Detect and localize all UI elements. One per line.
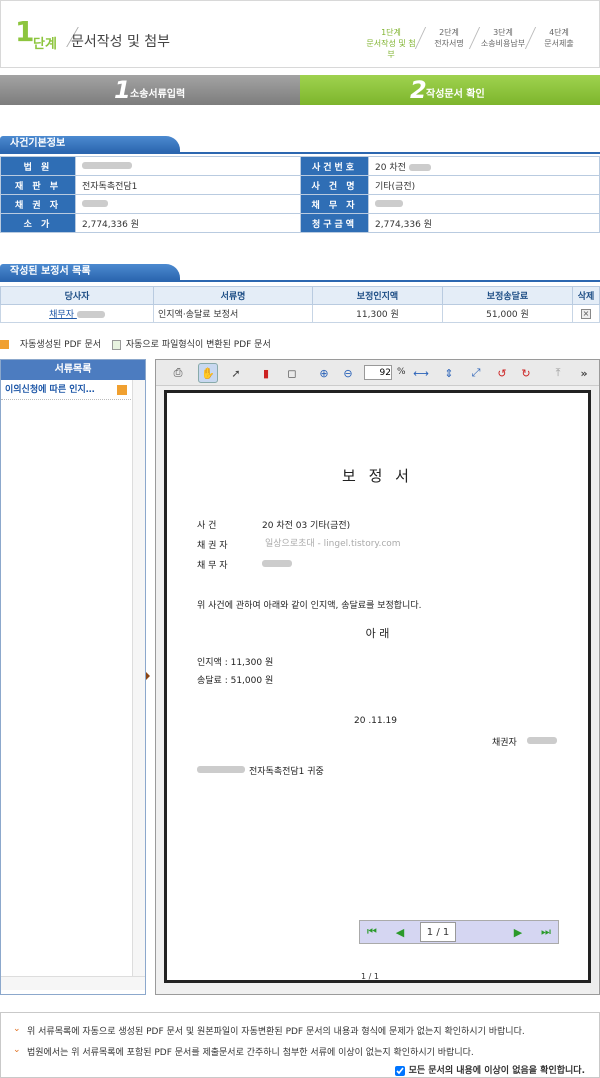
select-tool-icon[interactable]: ➚ <box>226 363 246 383</box>
zoom-in-icon[interactable]: ⊕ <box>314 363 334 383</box>
chevron-icon: ⌄ <box>13 1024 21 1034</box>
rotate-left-icon[interactable]: ↺ <box>492 363 512 383</box>
step-number: 1 <box>15 15 35 48</box>
step-header: 1 단계 문서작성 및 첨부 1단계 문서작성 및 첨부 2단계 전자서명 3단계 소… <box>0 0 600 68</box>
doc-sidebar: 서류목록 이의신청에 따른 인지… <box>0 359 146 995</box>
sidebar-item[interactable]: 이의신청에 따른 인지… <box>1 380 145 400</box>
step-1: 1단계 문서작성 및 첨부 <box>366 28 416 59</box>
first-page-button[interactable]: ⏮ <box>362 922 382 942</box>
party-link[interactable]: 채무자 <box>49 310 105 320</box>
page-indicator: 1 / 1 <box>361 972 379 981</box>
legend: 자동생성된 PDF 문서 자동으로 파일형식이 변환된 PDF 문서 <box>0 337 279 350</box>
doc-title: 보 정 서 <box>342 467 413 485</box>
zoom-input[interactable] <box>364 365 392 380</box>
step-3: 3단계 소송비용납부 <box>468 27 528 49</box>
next-page-button[interactable]: ▶ <box>508 922 528 942</box>
section-doc-list: 작성된 보정서 목록 <box>0 264 180 280</box>
tab-input[interactable]: 1 소송서류입력 <box>0 75 300 105</box>
first-page-icon[interactable]: ⤒ <box>548 363 568 383</box>
pdf-viewer: ⎙ ✋ ➚ ▮ ◻ ⊕ ⊖ % ⟷ ⇕ ⤢ ↺ ↻ ⤒ » 보 정 서 사 건 … <box>155 359 600 995</box>
more-icon[interactable]: » <box>574 363 594 383</box>
watermark: 일상으로초대 - lingel.tistory.com <box>265 539 401 549</box>
viewer-toolbar: ⎙ ✋ ➚ ▮ ◻ ⊕ ⊖ % ⟷ ⇕ ⤢ ↺ ↻ ⤒ » <box>156 360 599 386</box>
page-input[interactable]: 1 / 1 <box>420 922 456 942</box>
doc-list-table: 당사자 서류명 보정인지액 보정송달료 삭제 채무자 인지액·송달료 보정서 1… <box>0 286 600 323</box>
last-page-button[interactable]: ⏭ <box>536 922 556 942</box>
rotate-right-icon[interactable]: ↻ <box>516 363 536 383</box>
auto-pdf-icon <box>0 340 9 349</box>
page-title: 문서작성 및 첨부 <box>71 34 171 50</box>
substep-tabs: 1 소송서류입력 2 작성문서 확인 <box>0 75 600 105</box>
step-indicator: 1단계 문서작성 및 첨부 2단계 전자서명 3단계 소송비용납부 4단계 문서제출 <box>366 27 591 59</box>
horizontal-scrollbar[interactable] <box>1 976 145 990</box>
notice-2: 법원에서는 위 서류목록에 포함된 PDF 문서를 제출문서로 간주하니 첨부한… <box>27 1048 474 1058</box>
confirm-checkbox[interactable] <box>395 1065 406 1076</box>
notice-box: ⌄ 위 서류목록에 자동으로 생성된 PDF 문서 및 원본파일이 자동변환된 … <box>0 1012 600 1078</box>
hand-tool-icon[interactable]: ✋ <box>198 363 218 383</box>
confirm-checkbox-label[interactable]: 모든 문서의 내용에 이상이 없음을 확인합니다. <box>395 1063 585 1076</box>
converted-pdf-icon <box>111 339 121 350</box>
zoom-out-icon[interactable]: ⊖ <box>338 363 358 383</box>
case-info-table: 법 원 사건번호 20 차전 재 판 부 전자독촉전담1 사 건 명 기타(금전) 채 권… <box>0 156 600 233</box>
pdf-page: 보 정 서 사 건 20 차전 03 기타(금전) 채 권 자 일상으로초대 -… <box>164 390 591 983</box>
delete-icon[interactable]: × <box>581 308 591 319</box>
chevron-icon: ⌄ <box>13 1045 21 1055</box>
vertical-scrollbar[interactable] <box>132 380 145 976</box>
page-nav: ⏮ ◀ 1 / 1 ▶ ⏭ <box>359 920 559 944</box>
step-4: 4단계 문서제출 <box>524 27 584 49</box>
fullscreen-icon[interactable]: ⤢ <box>466 363 486 383</box>
print-icon[interactable]: ⎙ <box>168 363 188 383</box>
fit-page-icon[interactable]: ⇕ <box>439 363 459 383</box>
collapse-arrow-icon[interactable] <box>146 672 150 680</box>
bookmark-icon[interactable]: ▮ <box>256 363 276 383</box>
step-2: 2단계 전자서명 <box>414 27 474 49</box>
table-row: 채무자 인지액·송달료 보정서 11,300 원 51,000 원 × <box>0 304 600 323</box>
step-suffix: 단계 <box>33 37 57 52</box>
sidebar-title: 서류목록 <box>1 360 145 380</box>
notice-1: 위 서류목록에 자동으로 생성된 PDF 문서 및 원본파일이 자동변환된 PD… <box>27 1027 525 1037</box>
section-case-info: 사건기본정보 <box>0 136 180 152</box>
prev-page-button[interactable]: ◀ <box>390 922 410 942</box>
fit-width-icon[interactable]: ⟷ <box>411 363 431 383</box>
tab-confirm[interactable]: 2 작성문서 확인 <box>300 75 600 105</box>
snapshot-icon[interactable]: ◻ <box>282 363 302 383</box>
pdf-icon <box>117 385 127 395</box>
